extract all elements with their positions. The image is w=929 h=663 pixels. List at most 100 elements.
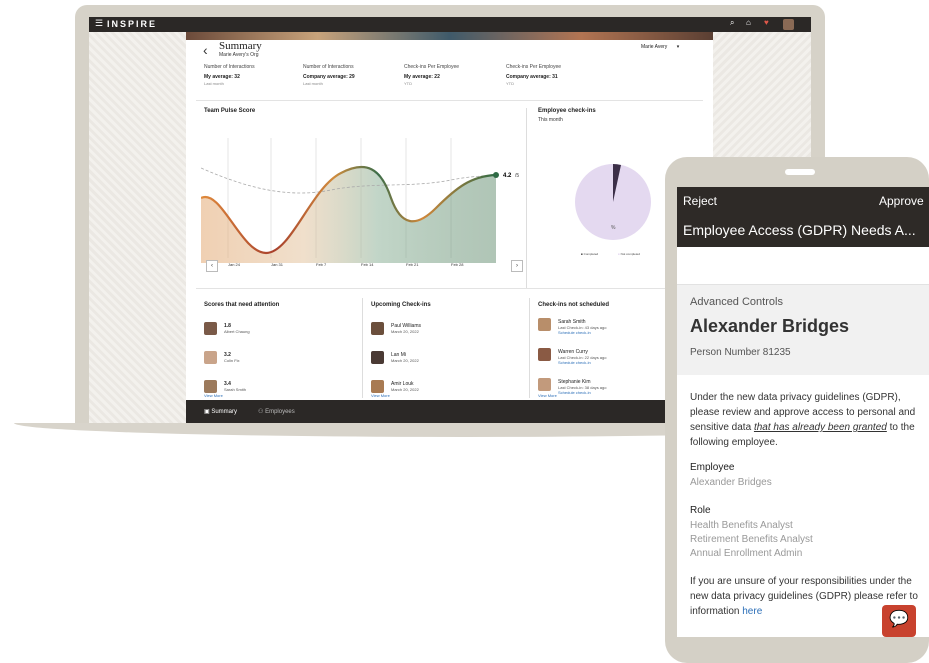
pulse-prev-button[interactable]: ‹ bbox=[206, 260, 218, 272]
divider bbox=[196, 100, 703, 101]
legend-label: Completed bbox=[583, 252, 599, 256]
approve-button[interactable]: Approve bbox=[879, 194, 924, 208]
kpi-value: Company average: 29 bbox=[303, 74, 355, 80]
hamburger-menu-icon[interactable]: ☰ bbox=[95, 18, 103, 29]
kpi-value: My average: 22 bbox=[404, 74, 440, 80]
not-scheduled-title: Check-ins not scheduled bbox=[538, 302, 610, 308]
kpi-card: Number of Interactions My average: 32 La… bbox=[204, 64, 299, 86]
legend-label: Not completed bbox=[620, 252, 640, 256]
kpi-value: Company average: 31 bbox=[506, 74, 558, 80]
nav-summary-label: Summary bbox=[211, 409, 238, 415]
list-item[interactable]: Amir Louk March 20, 2022 bbox=[371, 380, 511, 396]
view-more-link[interactable]: View More bbox=[538, 393, 557, 398]
divider bbox=[362, 298, 363, 398]
chevron-down-icon: ▾ bbox=[676, 44, 680, 50]
person-select[interactable]: Marie Avery ▾ bbox=[641, 44, 679, 50]
pulse-end-unit: /5 bbox=[515, 173, 519, 179]
here-link[interactable]: here bbox=[742, 606, 762, 617]
pulse-next-button[interactable]: › bbox=[511, 260, 523, 272]
search-icon[interactable]: ⌕ bbox=[730, 18, 734, 28]
legend-swatch: ■ bbox=[618, 252, 620, 256]
x-tick-label: Feb 14 bbox=[361, 262, 374, 267]
avatar bbox=[538, 378, 551, 391]
legend-not-completed: ■ Not completed bbox=[618, 252, 640, 256]
employee-label: Employee bbox=[690, 462, 735, 473]
role-item: Annual Enrollment Admin bbox=[690, 548, 803, 559]
list-item: Sarah Smith Last Check-in: 43 days ago S… bbox=[538, 318, 678, 338]
kpi-label: Check-ins Per Employee bbox=[404, 64, 460, 70]
page-title: Employee Access (GDPR) Needs A... bbox=[683, 222, 916, 238]
hero-banner bbox=[186, 32, 713, 40]
phone-header: Reject Approve Employee Access (GDPR) Ne… bbox=[677, 187, 929, 247]
x-tick-label: Jan 24 bbox=[228, 262, 241, 267]
bottom-nav: ▣ Summary ⚇ Employees bbox=[186, 400, 713, 423]
x-tick-label: Jan 31 bbox=[271, 262, 284, 267]
checkin-date: March 20, 2022 bbox=[391, 387, 419, 392]
person-number: Person Number 81235 bbox=[690, 347, 791, 358]
kpi-period: YTD bbox=[506, 81, 514, 86]
avatar bbox=[538, 318, 551, 331]
chat-bubble-icon: 💬 bbox=[889, 611, 909, 628]
phone-screen: Reject Approve Employee Access (GDPR) Ne… bbox=[677, 187, 929, 637]
gdpr-description: Under the new data privacy guidelines (G… bbox=[690, 390, 920, 450]
upcoming-title: Upcoming Check-ins bbox=[371, 302, 431, 308]
kpi-period: Last month bbox=[204, 81, 224, 86]
nav-employees[interactable]: ⚇ Employees bbox=[258, 408, 295, 415]
notifications-icon[interactable]: ♥ bbox=[764, 18, 769, 27]
list-item[interactable]: 3.2 Colin Fix bbox=[204, 351, 344, 367]
back-icon[interactable]: ‹ bbox=[203, 42, 208, 58]
list-item: Stephanie Kim Last Check-in: 38 days ago… bbox=[538, 378, 678, 398]
kpi-label: Number of Interactions bbox=[303, 64, 354, 70]
page-subtitle: Marie Avery's Org bbox=[219, 52, 259, 58]
nav-summary[interactable]: ▣ Summary bbox=[204, 408, 237, 415]
chat-button[interactable]: 💬 bbox=[882, 605, 916, 637]
kpi-value: My average: 32 bbox=[204, 74, 240, 80]
x-tick-label: Feb 21 bbox=[406, 262, 419, 267]
employee-name: Sarah Smith bbox=[224, 387, 247, 392]
list-item[interactable]: Lan Mi March 20, 2022 bbox=[371, 351, 511, 367]
schedule-checkin-link[interactable]: Schedule check-in bbox=[558, 390, 591, 395]
app-brand: INSPIRE bbox=[107, 19, 158, 29]
checkin-date: March 20, 2022 bbox=[391, 329, 419, 334]
kpi-card: Number of Interactions Company average: … bbox=[303, 64, 398, 86]
employee-name: Albert Chaung bbox=[224, 329, 250, 334]
kpi-card: Check-ins Per Employee My average: 22 YT… bbox=[404, 64, 499, 86]
pie-center-mark: % bbox=[611, 225, 616, 231]
list-item[interactable]: 3.4 Sarah Smith bbox=[204, 380, 344, 396]
kpi-period: YTD bbox=[404, 81, 412, 86]
home-icon[interactable]: ⌂ bbox=[746, 18, 751, 27]
background-texture-left bbox=[89, 32, 186, 423]
legend-swatch: ■ bbox=[581, 252, 583, 256]
list-item[interactable]: 1.8 Albert Chaung bbox=[204, 322, 344, 338]
checkin-date: March 20, 2022 bbox=[391, 358, 419, 363]
schedule-checkin-link[interactable]: Schedule check-in bbox=[558, 360, 591, 365]
checkins-pie: % bbox=[575, 164, 651, 240]
avatar bbox=[204, 351, 217, 364]
view-more-link[interactable]: View More bbox=[371, 393, 390, 398]
divider bbox=[196, 288, 703, 289]
page-title: Summary bbox=[219, 40, 262, 52]
avatar bbox=[371, 322, 384, 335]
role-item: Retirement Benefits Analyst bbox=[690, 534, 813, 545]
avatar bbox=[371, 351, 384, 364]
nav-employees-label: Employees bbox=[265, 409, 295, 415]
kpi-period: Last month bbox=[303, 81, 323, 86]
pulse-end-point bbox=[493, 172, 499, 178]
checkins-subtitle: This month bbox=[538, 117, 563, 123]
pulse-end-value: 4.2 bbox=[503, 173, 512, 179]
summary-page: ‹ Summary Marie Avery's Org Marie Avery … bbox=[186, 40, 713, 400]
kpi-card: Check-ins Per Employee Company average: … bbox=[506, 64, 601, 86]
reject-button[interactable]: Reject bbox=[683, 194, 717, 208]
pulse-area bbox=[201, 166, 496, 263]
user-avatar[interactable] bbox=[783, 19, 794, 30]
avatar bbox=[538, 348, 551, 361]
divider bbox=[526, 108, 527, 288]
avatar bbox=[371, 380, 384, 393]
avatar bbox=[204, 380, 217, 393]
view-more-link[interactable]: View More bbox=[204, 393, 223, 398]
checkins-title: Employee check-ins bbox=[538, 108, 596, 114]
x-tick-label: Feb 7 bbox=[316, 262, 327, 267]
schedule-checkin-link[interactable]: Schedule check-in bbox=[558, 330, 591, 335]
app-bar: ☰ INSPIRE ⌕ ⌂ ♥ bbox=[89, 17, 811, 32]
list-item[interactable]: Paul Williams March 20, 2022 bbox=[371, 322, 511, 338]
